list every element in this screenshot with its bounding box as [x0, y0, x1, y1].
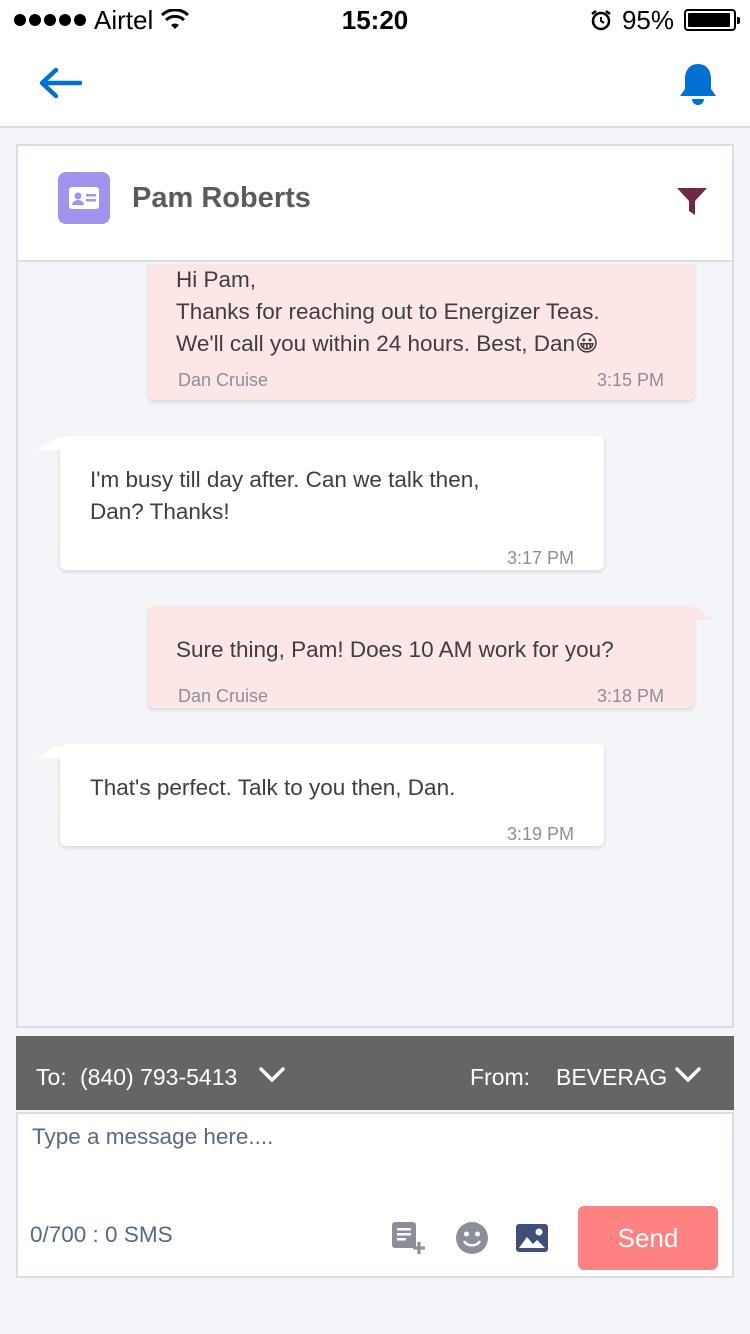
signal-strength-icon — [14, 14, 86, 26]
message-line: Hi Pam, — [176, 267, 257, 292]
smiley-icon — [456, 1222, 488, 1254]
emoji-button[interactable] — [454, 1220, 490, 1256]
message-time: 3:18 PM — [596, 686, 664, 706]
message-text: I'm busy till day after. Can we talk the… — [60, 436, 604, 528]
message-line: That's perfect. Talk to you then, Dan. — [90, 775, 456, 800]
message-sender: Dan Cruise — [178, 686, 269, 706]
status-left: Airtel — [14, 4, 190, 36]
battery-percent: 95% — [621, 4, 674, 35]
message-text: Sure thing, Pam! Does 10 AM work for you… — [148, 606, 694, 666]
action-row: 0/700 : 0 SMS Send — [16, 1198, 734, 1278]
recipient-bar: To: (840) 793-5413 From: BEVERAGE — [16, 1036, 734, 1110]
battery-level — [688, 13, 730, 27]
contact-name[interactable]: Pam Roberts — [132, 182, 311, 215]
send-button[interactable]: Send — [578, 1206, 718, 1270]
alarm-icon — [591, 10, 611, 31]
message-line: I'm busy till day after. Can we talk the… — [90, 467, 480, 492]
wifi-icon — [161, 9, 190, 29]
bell-icon — [680, 64, 716, 105]
contact-header: Pam Roberts — [18, 146, 732, 262]
battery-icon — [684, 9, 740, 31]
message-meta: Dan Cruise 3:15 PM — [178, 364, 664, 396]
nav-bar — [0, 40, 750, 128]
message-time: 3:15 PM — [596, 370, 664, 390]
message-list[interactable]: Hi Pam, Thanks for reaching out to Energ… — [18, 264, 732, 1026]
message-text: That's perfect. Talk to you then, Dan. — [60, 744, 604, 804]
carrier-name: Airtel — [94, 4, 154, 35]
message-box — [16, 1112, 734, 1200]
insert-template-button[interactable] — [390, 1220, 426, 1256]
back-button[interactable] — [32, 58, 88, 108]
message-sender: Dan Cruise — [178, 370, 269, 390]
message-input[interactable] — [18, 1114, 732, 1199]
to-label: To: — [36, 1064, 67, 1090]
status-right: 95% — [590, 4, 740, 36]
message-time: 3:19 PM — [506, 824, 574, 844]
message-bubble-incoming[interactable]: That's perfect. Talk to you then, Dan. 3… — [36, 744, 604, 846]
add-template-icon — [392, 1222, 425, 1254]
chat-card: Pam Roberts Hi Pam, Thanks for reaching … — [16, 144, 734, 1028]
chevron-down-icon[interactable] — [674, 1066, 702, 1084]
from-label: From: — [470, 1064, 531, 1090]
to-number-select[interactable]: (840) 793-5413 — [80, 1064, 252, 1091]
message-meta: 3:17 PM — [90, 542, 574, 574]
image-icon — [516, 1224, 548, 1252]
message-bubble-outgoing[interactable]: Hi Pam, Thanks for reaching out to Energ… — [148, 264, 694, 400]
message-line: We'll call you within 24 hours. Best, Da… — [176, 331, 599, 356]
message-meta: Dan Cruise 3:18 PM — [178, 680, 664, 712]
message-bubble-incoming[interactable]: I'm busy till day after. Can we talk the… — [36, 436, 604, 570]
chevron-down-icon[interactable] — [258, 1066, 286, 1084]
message-meta: 3:19 PM — [90, 818, 574, 850]
sms-counter: 0/700 : 0 SMS — [30, 1222, 173, 1247]
notifications-button[interactable] — [672, 58, 724, 110]
message-bubble-outgoing[interactable]: Sure thing, Pam! Does 10 AM work for you… — [148, 606, 714, 708]
status-bar: Airtel 15:20 95% — [0, 0, 750, 40]
message-line: Thanks for reaching out to Energizer Tea… — [176, 299, 600, 324]
message-line: Sure thing, Pam! Does 10 AM work for you… — [176, 637, 614, 662]
message-text: Hi Pam, Thanks for reaching out to Energ… — [148, 264, 694, 360]
message-line: Dan? Thanks! — [90, 499, 230, 524]
contact-card-icon — [58, 172, 110, 224]
from-select[interactable]: BEVERAGE — [556, 1064, 666, 1091]
funnel-icon — [677, 188, 707, 215]
attach-image-button[interactable] — [514, 1220, 550, 1256]
filter-button[interactable] — [674, 184, 710, 220]
message-time: 3:17 PM — [506, 548, 574, 568]
arrow-left-icon — [39, 67, 82, 99]
